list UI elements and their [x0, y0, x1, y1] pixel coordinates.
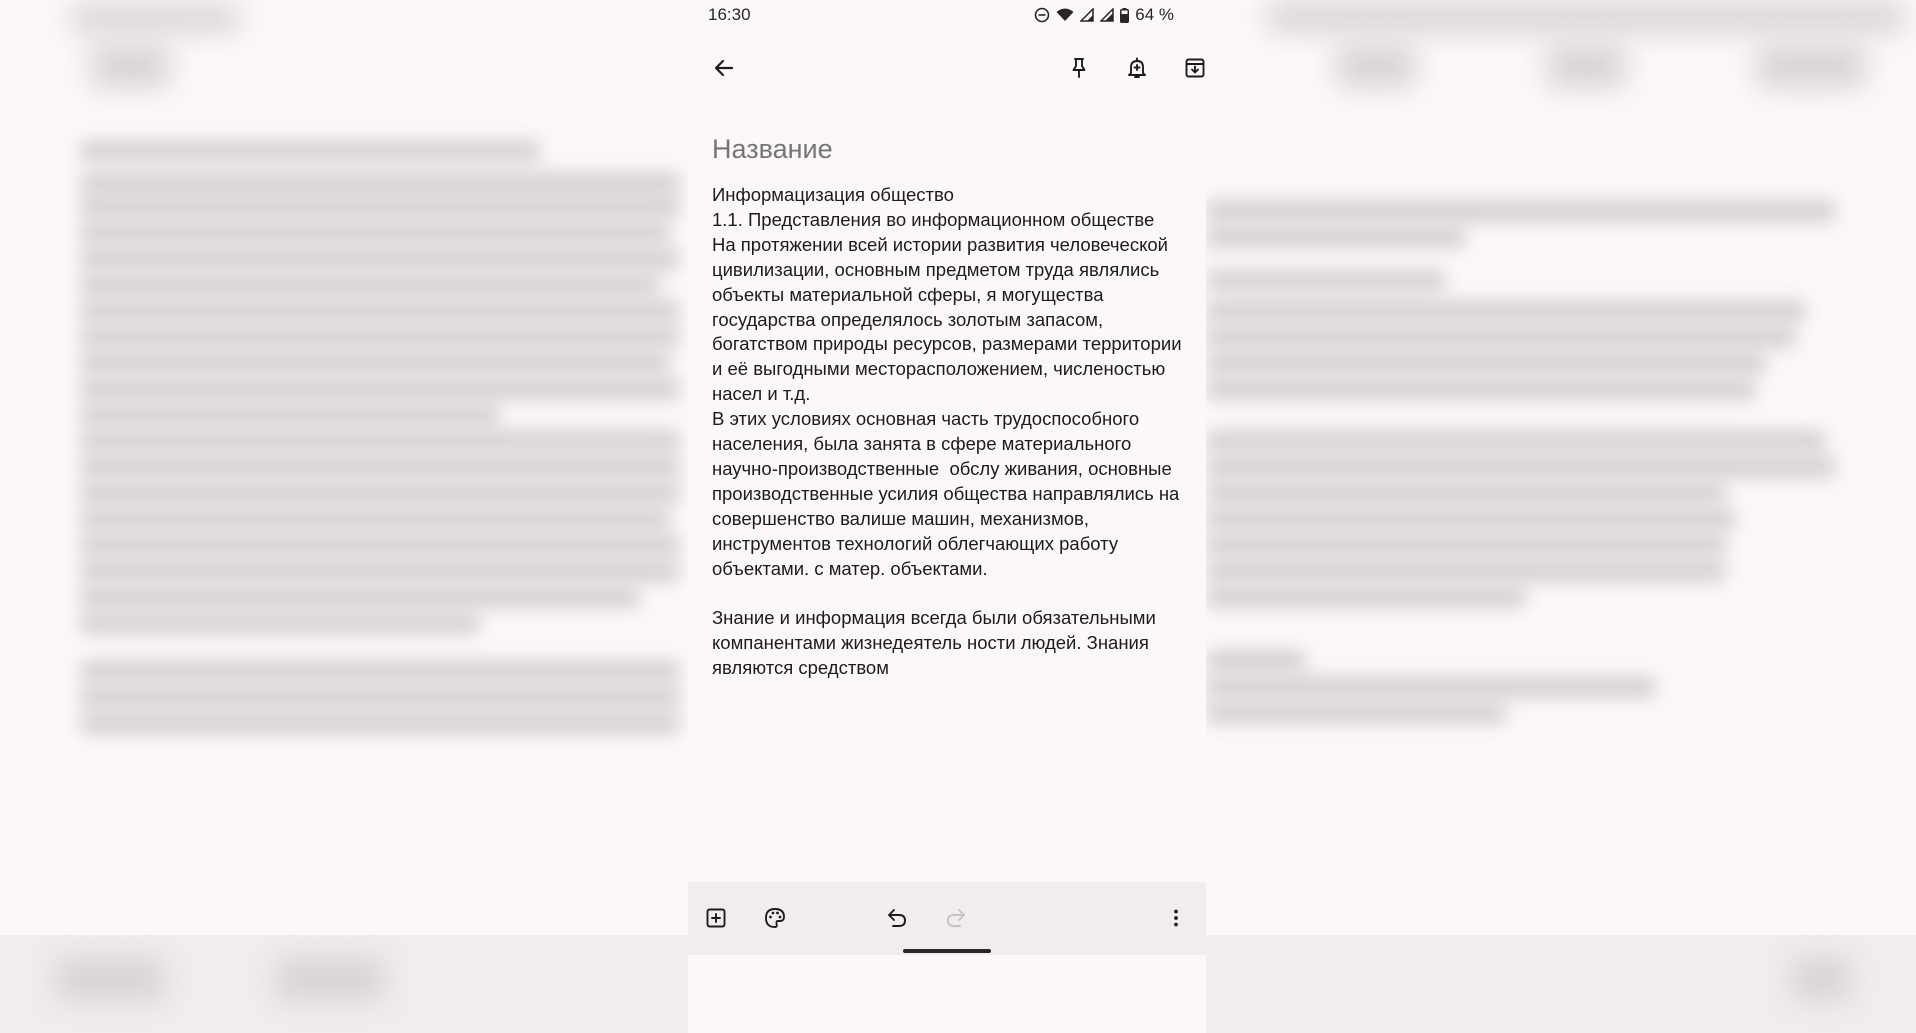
pin-button[interactable] [1059, 48, 1099, 88]
back-button[interactable] [704, 48, 744, 88]
more-options-button[interactable] [1156, 898, 1196, 938]
blurred-background-left [0, 0, 688, 1033]
redo-icon [947, 909, 965, 927]
reminder-button[interactable] [1117, 48, 1157, 88]
redo-button[interactable] [936, 898, 976, 938]
gesture-area [688, 949, 1206, 1033]
pin-icon [1072, 58, 1086, 78]
signal-icon [1080, 8, 1094, 22]
do-not-disturb-icon [1034, 7, 1050, 23]
status-icons: 64 % [1034, 5, 1174, 25]
undo-icon [888, 909, 906, 927]
arrow-back-icon [714, 59, 734, 77]
note-title-input[interactable] [712, 134, 1182, 165]
status-time: 16:30 [708, 5, 751, 24]
top-toolbar [688, 42, 1206, 94]
status-bar: 16:30 64 % [688, 0, 1206, 30]
gesture-handle[interactable] [903, 949, 991, 953]
note-body-text[interactable]: Информацизация общество 1.1. Представлен… [712, 183, 1187, 681]
bottom-toolbar [688, 882, 1206, 955]
battery-percent: 64 % [1135, 5, 1174, 24]
note-editor: 16:30 64 % Название Информацизация общес… [688, 0, 1206, 1033]
battery-icon [1120, 7, 1130, 23]
undo-button[interactable] [877, 898, 917, 938]
add-box-icon [706, 908, 726, 928]
wifi-icon [1056, 8, 1074, 22]
archive-icon [1185, 58, 1205, 78]
add-button[interactable] [696, 898, 736, 938]
palette-button[interactable] [755, 898, 795, 938]
more-vert-icon [1174, 909, 1178, 927]
bell-plus-icon [1128, 57, 1146, 78]
archive-button[interactable] [1175, 48, 1215, 88]
blurred-background-right [1206, 0, 1916, 1033]
signal-icon-2 [1100, 8, 1114, 22]
palette-icon [765, 908, 785, 928]
